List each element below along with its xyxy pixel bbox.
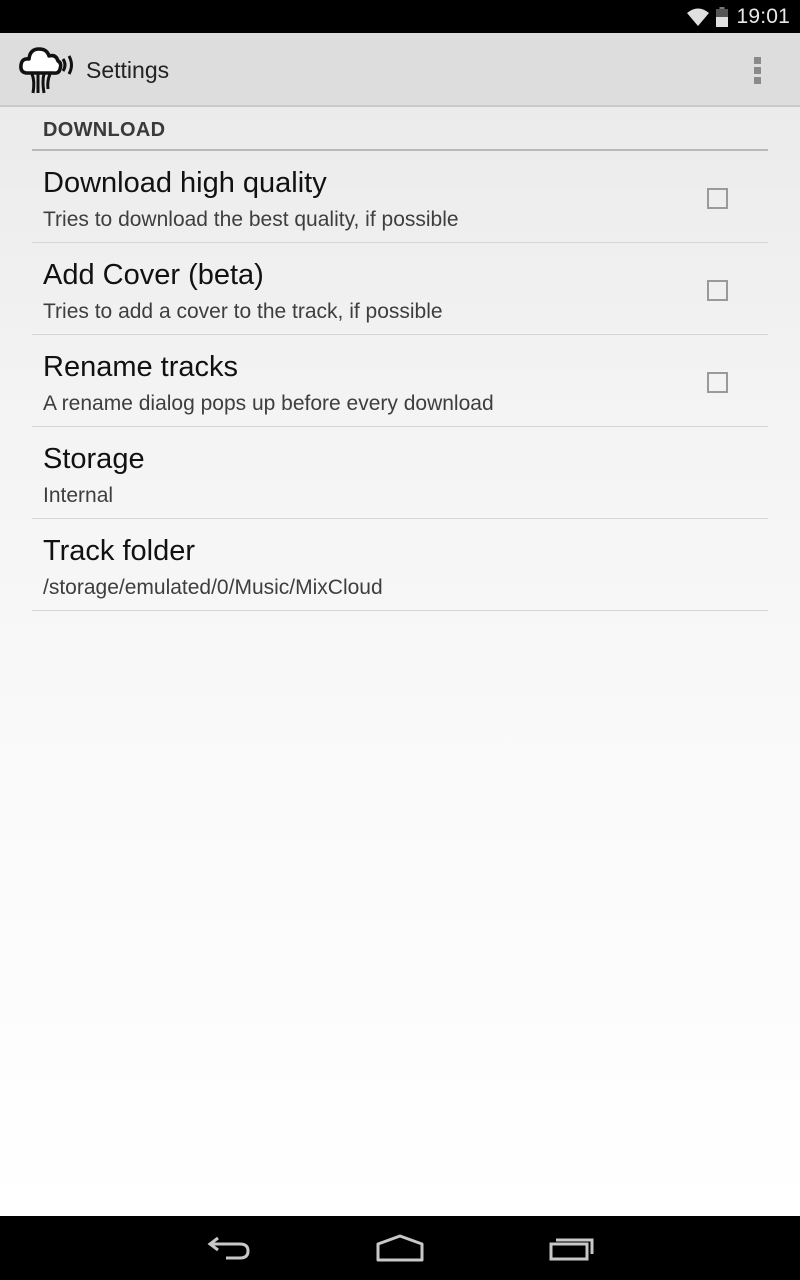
battery-icon — [716, 6, 729, 27]
pref-summary: /storage/emulated/0/Music/MixCloud — [43, 576, 383, 599]
add-cover-checkbox[interactable] — [707, 280, 728, 301]
download-high-quality-checkbox[interactable] — [707, 188, 728, 209]
pref-summary: A rename dialog pops up before every dow… — [43, 392, 494, 415]
wifi-icon — [687, 8, 710, 26]
pref-summary: Tries to download the best quality, if p… — [43, 208, 459, 231]
clock: 19:01 — [736, 4, 790, 28]
pref-title: Download high quality — [43, 167, 327, 199]
page-title: Settings — [86, 57, 170, 83]
navigation-bar — [0, 1216, 800, 1280]
pref-storage[interactable]: Storage Internal — [32, 427, 768, 519]
preference-list: DOWNLOAD Download high quality Tries to … — [0, 107, 800, 1216]
category-title: DOWNLOAD — [43, 119, 166, 141]
recents-button[interactable] — [527, 1224, 617, 1272]
home-icon — [376, 1234, 424, 1262]
status-bar: 19:01 — [0, 0, 800, 33]
pref-download-high-quality[interactable]: Download high quality Tries to download … — [32, 151, 768, 243]
action-bar: Settings — [0, 33, 800, 107]
rename-tracks-checkbox[interactable] — [707, 372, 728, 393]
pref-add-cover[interactable]: Add Cover (beta) Tries to add a cover to… — [32, 243, 768, 335]
more-vert-icon — [753, 56, 761, 64]
pref-track-folder[interactable]: Track folder /storage/emulated/0/Music/M… — [32, 519, 768, 611]
category-header: DOWNLOAD — [32, 107, 768, 151]
pref-summary: Internal — [43, 484, 114, 507]
pref-summary: Tries to add a cover to the track, if po… — [43, 300, 443, 323]
overflow-menu-button[interactable] — [744, 53, 770, 87]
recents-icon — [549, 1238, 594, 1261]
back-button[interactable] — [184, 1224, 274, 1272]
pref-title: Track folder — [43, 535, 196, 567]
pref-title: Storage — [43, 443, 145, 475]
pref-title: Rename tracks — [43, 351, 239, 383]
pref-rename-tracks[interactable]: Rename tracks A rename dialog pops up be… — [32, 335, 768, 427]
home-button[interactable] — [355, 1224, 445, 1272]
pref-title: Add Cover (beta) — [43, 259, 264, 291]
cloud-broadcast-icon[interactable] — [18, 45, 78, 95]
back-icon — [207, 1236, 250, 1260]
